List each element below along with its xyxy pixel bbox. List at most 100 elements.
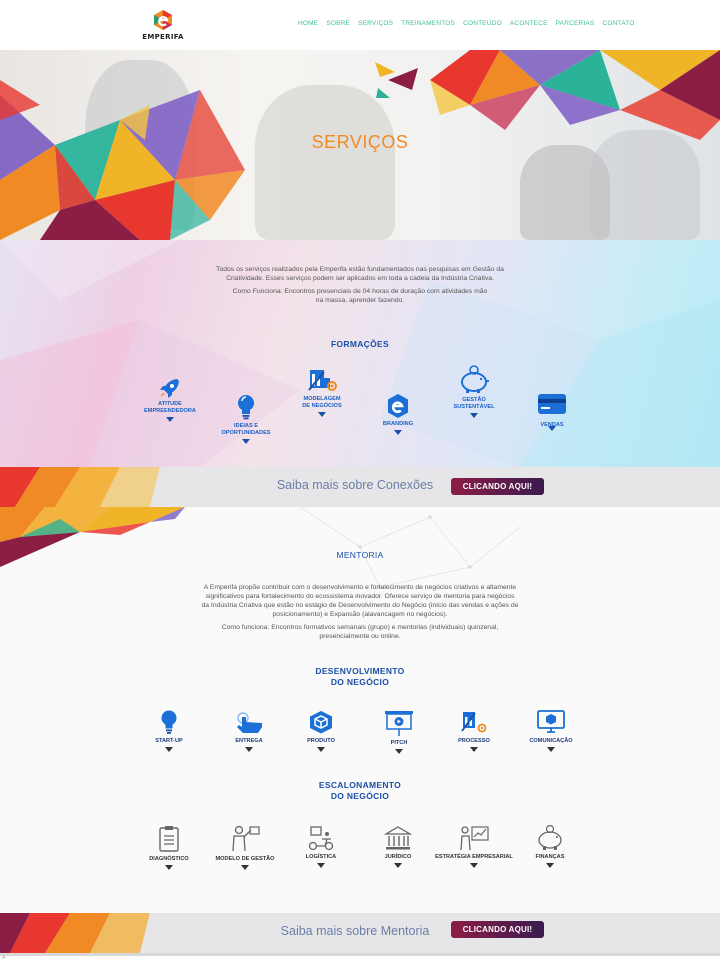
mentoria-how-line-2: presencialmente ou online. [319, 633, 401, 640]
esc-label: ESTRATÉGIA EMPRESARIAL [435, 854, 513, 860]
mentoria-cta-button[interactable]: CLICANDO AQUI! [451, 921, 544, 938]
mentoria-text-line: significativos para fortalecimento do ec… [205, 593, 515, 600]
esc-financas[interactable]: FINANÇAS [510, 825, 590, 868]
formacao-ideias-oportunidades[interactable]: IDEIAS E OPORTUNIDADES [206, 393, 286, 444]
expand-arrow-icon[interactable] [395, 749, 403, 754]
mentoria-text-line: A Emperifa propõe contribuir com o desen… [203, 584, 517, 591]
formacoes-intro: Todos os serviços realizados pela Emperi… [200, 265, 520, 305]
brand-icon [388, 394, 408, 418]
scroll-up-icon[interactable]: ^ [2, 956, 5, 963]
dev-produto[interactable]: PRODUTO [281, 709, 361, 752]
business-model-icon [308, 370, 337, 391]
formacoes-title: FORMAÇÕES [331, 339, 389, 349]
expand-arrow-icon[interactable] [245, 747, 253, 752]
esc-diagnostico[interactable]: DIAGNÓSTICO [129, 825, 209, 870]
divider [0, 953, 720, 956]
nav-acontece[interactable]: ACONTECE [510, 20, 548, 27]
dev-processo[interactable]: PROCESSO [434, 709, 514, 752]
expand-arrow-icon[interactable] [317, 747, 325, 752]
dev-label: ENTREGA [235, 738, 263, 744]
rocket-icon [160, 379, 179, 398]
piggy-bank-icon [538, 825, 562, 850]
dev-label: START-UP [155, 738, 183, 744]
esc-label: FINANÇAS [535, 854, 565, 860]
esc-label: DIAGNÓSTICO [149, 856, 189, 862]
esc-label: LOGÍSTICA [305, 854, 337, 860]
intro-text: Todos os serviços realizados pela Emperi… [216, 266, 504, 282]
formacao-label: ATITUDE EMPREENDEDORA [144, 401, 196, 414]
expand-arrow-icon[interactable] [241, 865, 249, 870]
conexoes-cta-button[interactable]: CLICANDO AQUI! [451, 478, 544, 495]
mentoria-banner: Saiba mais sobre Mentoria CLICANDO AQUI! [0, 913, 720, 953]
dev-comunicacao[interactable]: COMUNICAÇÃO [511, 709, 591, 752]
mentoria-text-line: posicionamento) e Expansão (alavancagem … [272, 611, 448, 618]
expand-arrow-icon[interactable] [470, 747, 478, 752]
nav-contato[interactable]: CONTATO [603, 20, 635, 27]
courthouse-icon [384, 826, 412, 850]
nav-treinamentos[interactable]: TREINAMENTOS [401, 20, 455, 27]
nav-conteudo[interactable]: CONTEÚDO [463, 20, 502, 27]
expand-arrow-icon[interactable] [547, 747, 555, 752]
piggy-bank-icon [461, 365, 489, 393]
escalonamento-title: ESCALONAMENTO DO NEGÓCIO [318, 780, 402, 801]
expand-arrow-icon[interactable] [394, 863, 402, 868]
brand-logo[interactable]: EMPERIFA [138, 8, 188, 44]
formacao-branding[interactable]: BRANDING [358, 393, 438, 435]
delivery-icon [308, 826, 334, 851]
dev-entrega[interactable]: ENTREGA [209, 711, 289, 752]
esc-modelo-de-gestao[interactable]: MODELO DE GESTÃO [205, 825, 285, 870]
esc-estrategia-empresarial[interactable]: ESTRATÉGIA EMPRESARIAL [434, 825, 514, 868]
esc-logistica[interactable]: LOGÍSTICA [281, 825, 361, 868]
expand-arrow-icon[interactable] [470, 413, 478, 418]
formacao-label: MODELAGEM DE NEGÓCIOS [302, 396, 342, 409]
site-header: EMPERIFA HOME SOBRE SERVIÇOS TREINAMENTO… [0, 0, 720, 50]
lightbulb-icon [161, 710, 177, 734]
expand-arrow-icon[interactable] [317, 863, 325, 868]
mentoria-title: MENTORIA [336, 550, 384, 560]
clipboard-icon [159, 826, 179, 852]
mentoria-text-line: da Indústria Criativa que estão no estág… [201, 602, 519, 609]
nav-parcerias[interactable]: PARCERIAS [556, 20, 595, 27]
dev-label: COMUNICAÇÃO [529, 738, 573, 744]
dev-pitch[interactable]: PITCH [359, 709, 439, 754]
box-icon [310, 711, 332, 734]
formacao-label: IDEIAS E OPORTUNIDADES [221, 423, 271, 436]
nav-sobre[interactable]: SOBRE [326, 20, 350, 27]
formacao-atitude-empreendedora[interactable]: ATITUDE EMPREENDEDORA [130, 377, 210, 422]
formacao-modelagem-negocios[interactable]: MODELAGEM DE NEGÓCIOS [282, 366, 362, 417]
esc-juridico[interactable]: JURÍDICO [358, 825, 438, 868]
nav-home[interactable]: HOME [298, 20, 318, 27]
formacao-gestao-sustentavel[interactable]: GESTÃO SUSTENTÁVEL [434, 365, 514, 418]
credit-card-icon [538, 394, 566, 414]
formacao-label: VENDAS [540, 422, 564, 428]
dev-label: PROCESSO [458, 738, 490, 744]
mentoria-intro: A Emperifa propõe contribuir com o desen… [190, 583, 530, 641]
expand-arrow-icon[interactable] [166, 417, 174, 422]
page-footer-edge: ^ [0, 953, 720, 973]
desenvolvimento-title: DESENVOLVIMENTO DO NEGÓCIO [315, 666, 405, 687]
strategy-chart-icon [460, 826, 489, 851]
conexoes-banner: Saiba mais sobre Conexões CLICANDO AQUI! [0, 467, 720, 507]
formacao-label: GESTÃO SUSTENTÁVEL [453, 397, 495, 410]
banner-text: Saiba mais sobre Conexões [276, 478, 434, 492]
how-it-works-line-2: na massa, aprender fazendo. [315, 297, 405, 304]
expand-arrow-icon[interactable] [394, 430, 402, 435]
expand-arrow-icon[interactable] [318, 412, 326, 417]
expand-arrow-icon[interactable] [165, 865, 173, 870]
expand-arrow-icon[interactable] [242, 439, 250, 444]
expand-arrow-icon[interactable] [165, 747, 173, 752]
logo-mark-icon [154, 10, 172, 30]
page: EMPERIFA HOME SOBRE SERVIÇOS TREINAMENTO… [0, 0, 720, 973]
formacao-vendas[interactable]: VENDAS [512, 392, 592, 431]
formacoes-section: Todos os serviços realizados pela Emperi… [0, 240, 720, 467]
expand-arrow-icon[interactable] [470, 863, 478, 868]
mentoria-how-line-1: Como funciona: Encontros formativos sema… [221, 624, 499, 631]
lightbulb-icon [238, 395, 254, 420]
nav-servicos[interactable]: SERVIÇOS [358, 20, 393, 27]
expand-arrow-icon[interactable] [546, 863, 554, 868]
main-nav: HOME SOBRE SERVIÇOS TREINAMENTOS CONTEÚD… [298, 20, 643, 27]
brand-name: EMPERIFA [142, 33, 184, 41]
monitor-box-icon [537, 710, 565, 733]
formacao-label: BRANDING [382, 421, 414, 427]
dev-start-up[interactable]: START-UP [129, 709, 209, 752]
